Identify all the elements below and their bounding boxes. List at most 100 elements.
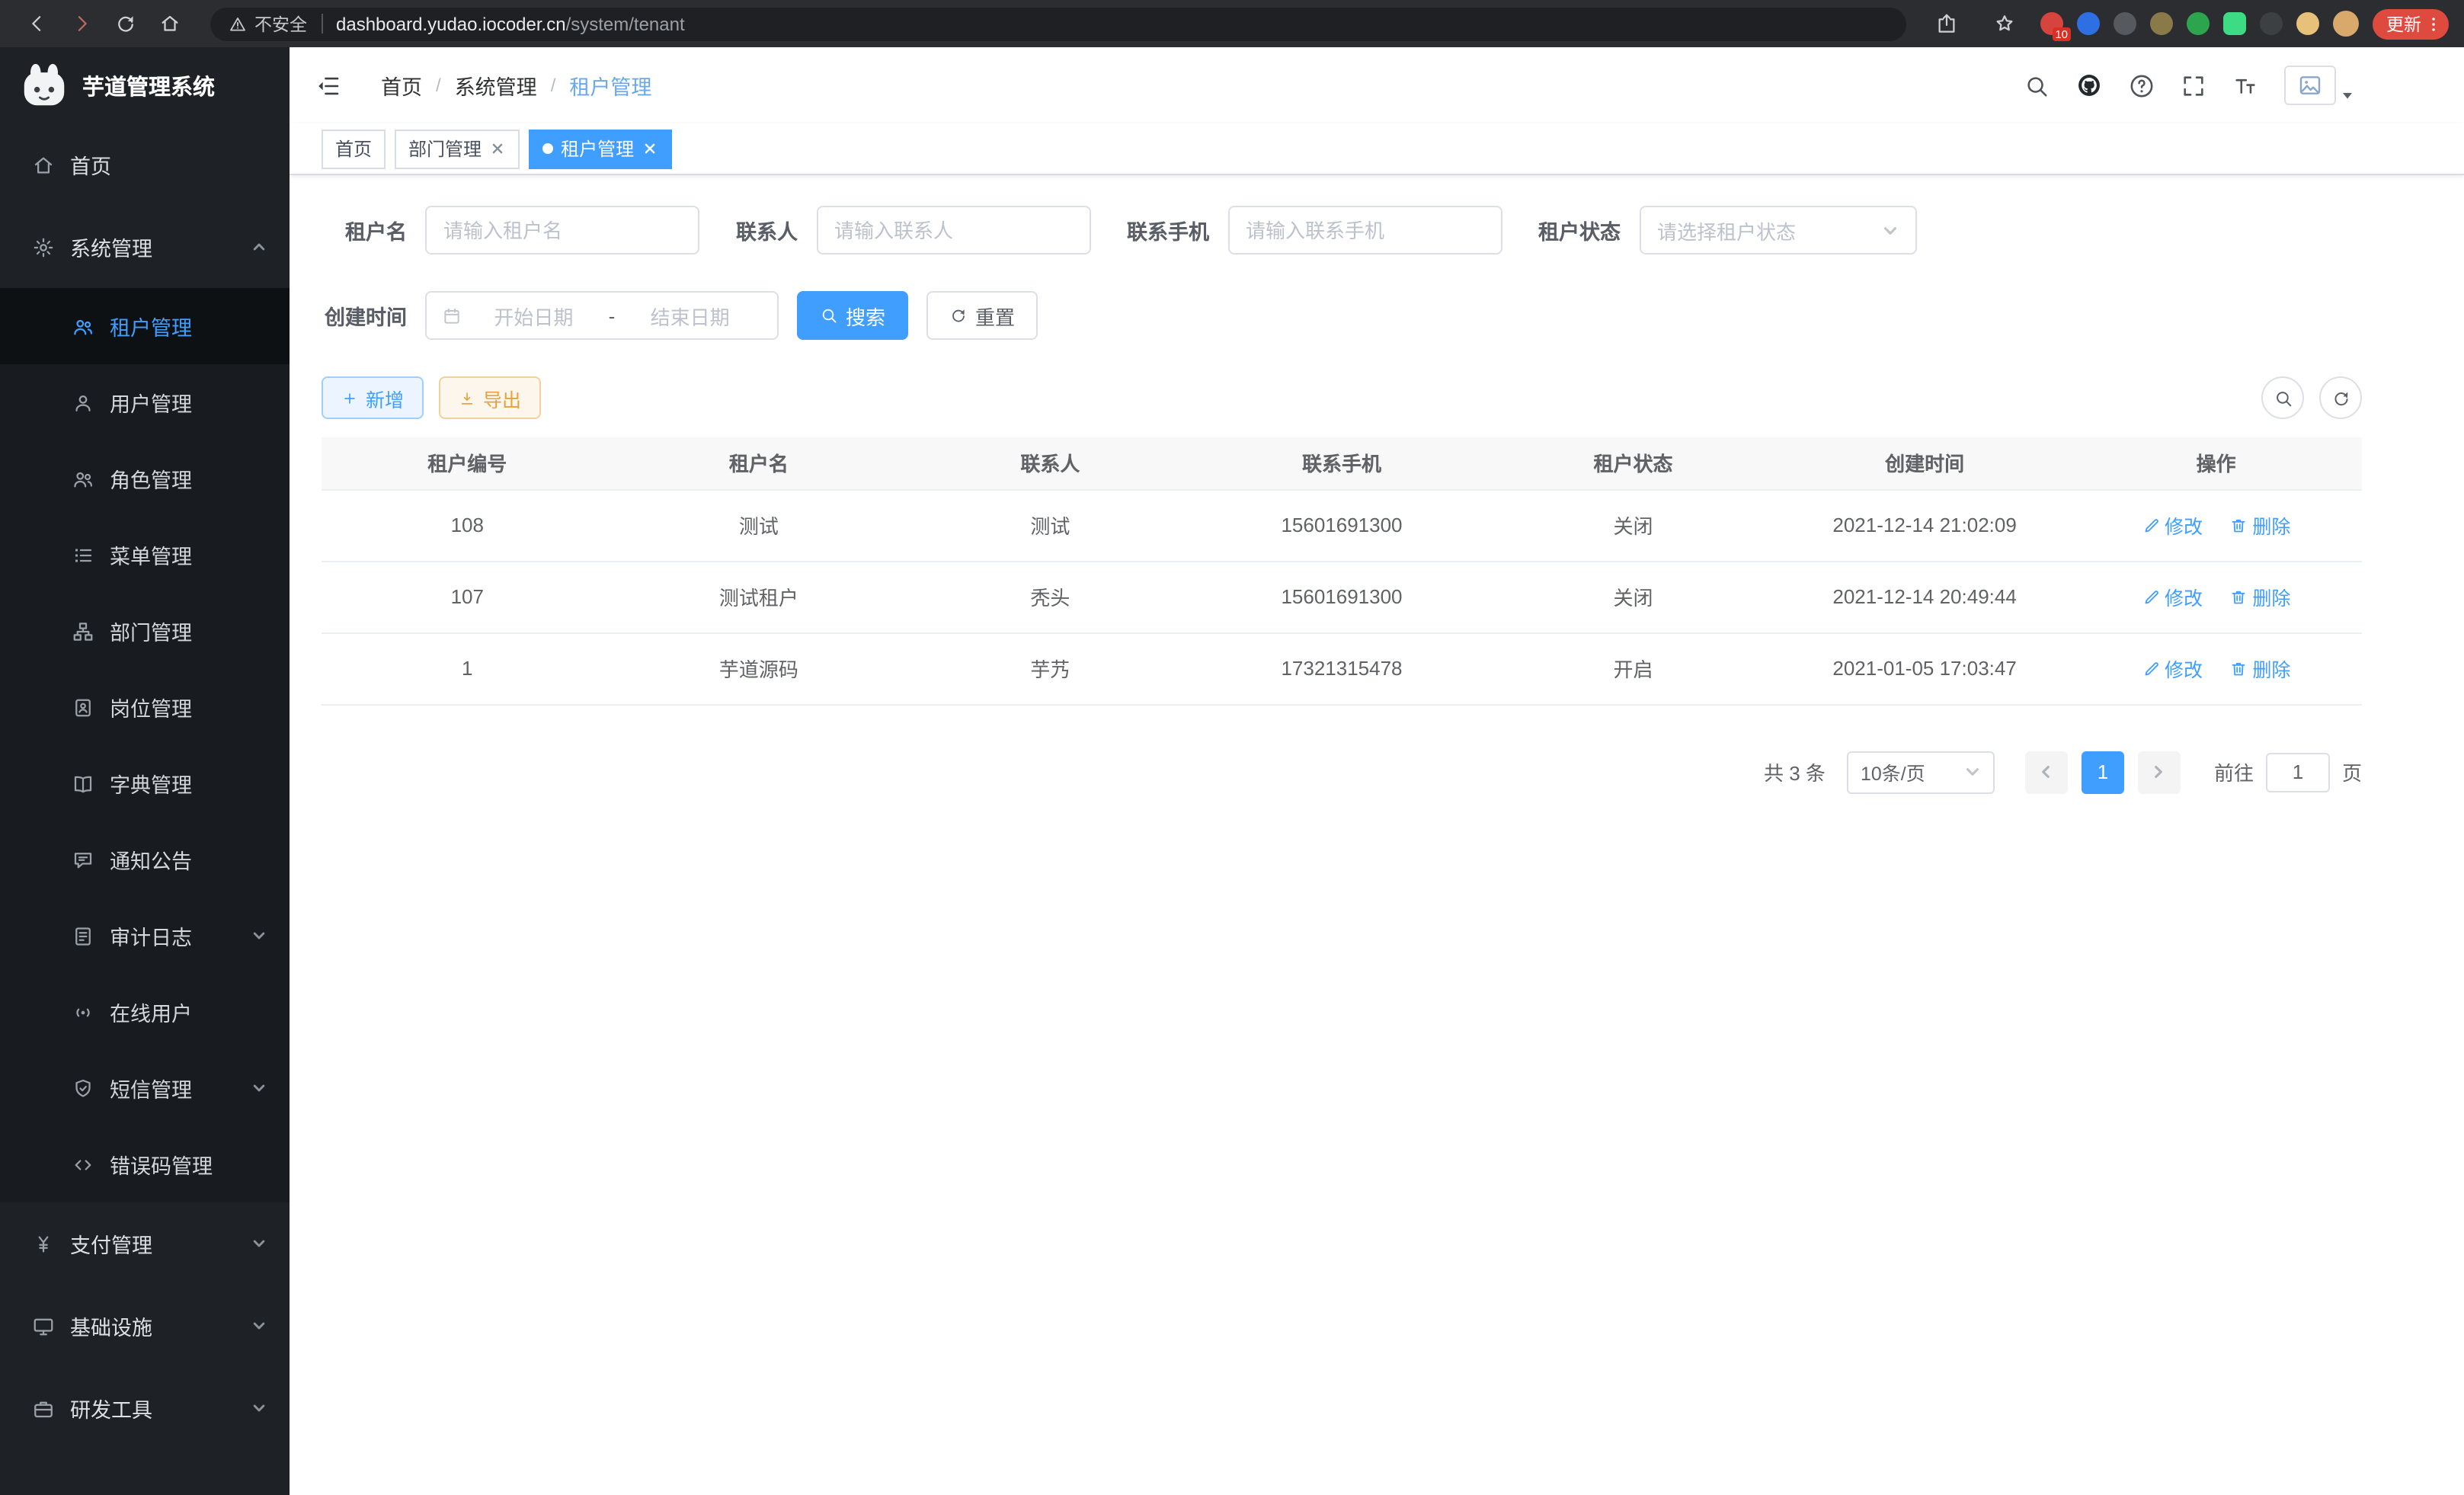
update-label: 更新 bbox=[2386, 11, 2421, 36]
back-icon[interactable] bbox=[26, 12, 49, 35]
extension-icon[interactable] bbox=[2077, 12, 2100, 35]
refresh-table-button[interactable] bbox=[2319, 376, 2362, 419]
forward-icon[interactable] bbox=[70, 12, 93, 35]
sidebar-item-system[interactable]: 系统管理 bbox=[0, 206, 290, 288]
breadcrumb-current: 租户管理 bbox=[569, 70, 651, 101]
next-page-button[interactable] bbox=[2138, 751, 2181, 793]
chevron-down-icon bbox=[251, 1236, 267, 1251]
user-avatar-dropdown[interactable] bbox=[2284, 66, 2354, 105]
update-button[interactable]: 更新 bbox=[2373, 8, 2449, 39]
pagination: 共 3 条 10条/页 1 前往 页 bbox=[322, 751, 2362, 793]
chevron-left-icon bbox=[2038, 764, 2055, 780]
logo-image bbox=[21, 62, 67, 108]
page-number-button[interactable]: 1 bbox=[2082, 751, 2124, 793]
tenant-name-input[interactable] bbox=[425, 206, 699, 255]
sidebar-item-dict[interactable]: 字典管理 bbox=[0, 745, 290, 821]
sidebar-item-payment[interactable]: 支付管理 bbox=[0, 1202, 290, 1285]
extension-icon[interactable]: 10 bbox=[2040, 12, 2063, 35]
sidebar-item-online-users[interactable]: 在线用户 bbox=[0, 974, 290, 1050]
search-icon[interactable] bbox=[2024, 72, 2050, 98]
reload-icon[interactable] bbox=[114, 12, 137, 35]
tab-dept[interactable]: 部门管理 bbox=[395, 129, 520, 168]
cell-phone: 15601691300 bbox=[1196, 561, 1488, 632]
breadcrumb-item[interactable]: 首页 bbox=[381, 70, 422, 101]
address-bar[interactable]: 不安全 dashboard.yudao.iocoder.cn/system/te… bbox=[210, 7, 1906, 40]
cell-phone: 15601691300 bbox=[1196, 489, 1488, 561]
trash-icon bbox=[2229, 587, 2248, 606]
toggle-search-button[interactable] bbox=[2261, 376, 2304, 419]
screen: 不安全 dashboard.yudao.iocoder.cn/system/te… bbox=[0, 0, 2464, 1495]
prev-page-button[interactable] bbox=[2025, 751, 2068, 793]
sidebar-item-error-code[interactable]: 错误码管理 bbox=[0, 1126, 290, 1202]
extension-icon[interactable] bbox=[2150, 12, 2173, 35]
security-warning-icon[interactable] bbox=[229, 14, 247, 33]
edit-link[interactable]: 修改 bbox=[2142, 511, 2203, 539]
delete-label: 删除 bbox=[2252, 654, 2290, 683]
users-icon bbox=[72, 315, 94, 338]
delete-link[interactable]: 删除 bbox=[2229, 582, 2290, 611]
close-icon[interactable] bbox=[642, 140, 658, 157]
extension-icon[interactable] bbox=[2187, 12, 2210, 35]
extension-icon[interactable] bbox=[2223, 12, 2246, 35]
extensions-puzzle-icon[interactable] bbox=[2260, 12, 2283, 35]
sidebar-item-dev-tools[interactable]: 研发工具 bbox=[0, 1367, 290, 1449]
goto-label: 前往 bbox=[2214, 757, 2254, 786]
goto-page-input[interactable] bbox=[2266, 752, 2330, 792]
sidebar-item-label: 支付管理 bbox=[70, 1228, 152, 1259]
sidebar-item-notice[interactable]: 通知公告 bbox=[0, 821, 290, 898]
sidebar-item-infrastructure[interactable]: 基础设施 bbox=[0, 1285, 290, 1367]
edit-link[interactable]: 修改 bbox=[2142, 582, 2203, 611]
extension-icon[interactable] bbox=[2296, 12, 2319, 35]
tenant-status-select[interactable]: 请选择租户状态 bbox=[1639, 206, 1916, 255]
search-button[interactable]: 搜索 bbox=[797, 291, 908, 340]
chevron-down-icon bbox=[1881, 222, 1898, 238]
chevron-right-icon bbox=[2151, 764, 2168, 780]
sidebar-item-user[interactable]: 用户管理 bbox=[0, 364, 290, 440]
chevron-down-icon bbox=[251, 928, 267, 943]
sidebar-item-home[interactable]: 首页 bbox=[0, 123, 290, 206]
security-label: 不安全 bbox=[254, 11, 307, 36]
share-icon[interactable] bbox=[1935, 12, 1958, 35]
sidebar-item-dept[interactable]: 部门管理 bbox=[0, 593, 290, 669]
tab-home[interactable]: 首页 bbox=[322, 129, 386, 168]
sidebar-item-post[interactable]: 岗位管理 bbox=[0, 669, 290, 745]
sidebar-item-audit-log[interactable]: 审计日志 bbox=[0, 898, 290, 974]
sidebar-item-menu[interactable]: 菜单管理 bbox=[0, 517, 290, 593]
extension-icon[interactable] bbox=[2114, 12, 2136, 35]
cell-id: 108 bbox=[322, 489, 613, 561]
column-header-contact: 联系人 bbox=[904, 437, 1196, 489]
sidebar-toggle-icon[interactable] bbox=[315, 72, 341, 98]
create-time-range-picker[interactable]: 开始日期 - 结束日期 bbox=[425, 291, 779, 340]
reset-button[interactable]: 重置 bbox=[926, 291, 1038, 340]
font-size-icon[interactable] bbox=[2232, 72, 2258, 98]
app-logo[interactable]: 芋道管理系统 bbox=[0, 47, 290, 123]
edit-link[interactable]: 修改 bbox=[2142, 654, 2203, 683]
phone-input[interactable] bbox=[1227, 206, 1502, 255]
export-button-label: 导出 bbox=[483, 383, 521, 412]
tab-tenant[interactable]: 租户管理 bbox=[529, 129, 672, 168]
close-icon[interactable] bbox=[489, 140, 506, 157]
sidebar-item-role[interactable]: 角色管理 bbox=[0, 440, 290, 517]
browser-profile-avatar[interactable] bbox=[2333, 11, 2359, 37]
chevron-down-icon bbox=[251, 1318, 267, 1333]
sidebar-item-label: 系统管理 bbox=[70, 232, 152, 262]
bookmark-star-icon[interactable] bbox=[1993, 12, 2016, 35]
sidebar-item-tenant[interactable]: 租户管理 bbox=[0, 288, 290, 364]
add-button[interactable]: 新增 bbox=[322, 376, 424, 419]
delete-link[interactable]: 删除 bbox=[2229, 511, 2290, 539]
cell-actions: 修改 删除 bbox=[2070, 489, 2362, 561]
contact-input[interactable] bbox=[816, 206, 1090, 255]
help-icon[interactable] bbox=[2129, 72, 2155, 98]
export-button[interactable]: 导出 bbox=[439, 376, 541, 419]
cell-name: 测试 bbox=[613, 489, 905, 561]
github-icon[interactable] bbox=[2075, 72, 2103, 99]
delete-link[interactable]: 删除 bbox=[2229, 654, 2290, 683]
fullscreen-icon[interactable] bbox=[2181, 72, 2206, 98]
home-icon-browser[interactable] bbox=[158, 12, 181, 35]
breadcrumb-item[interactable]: 系统管理 bbox=[455, 70, 537, 101]
page-size-select[interactable]: 10条/页 bbox=[1847, 751, 1995, 793]
chevron-up-icon bbox=[251, 239, 267, 255]
sidebar-item-sms[interactable]: 短信管理 bbox=[0, 1050, 290, 1126]
home-icon bbox=[32, 153, 55, 176]
browser-menu-icon[interactable] bbox=[2424, 14, 2443, 33]
